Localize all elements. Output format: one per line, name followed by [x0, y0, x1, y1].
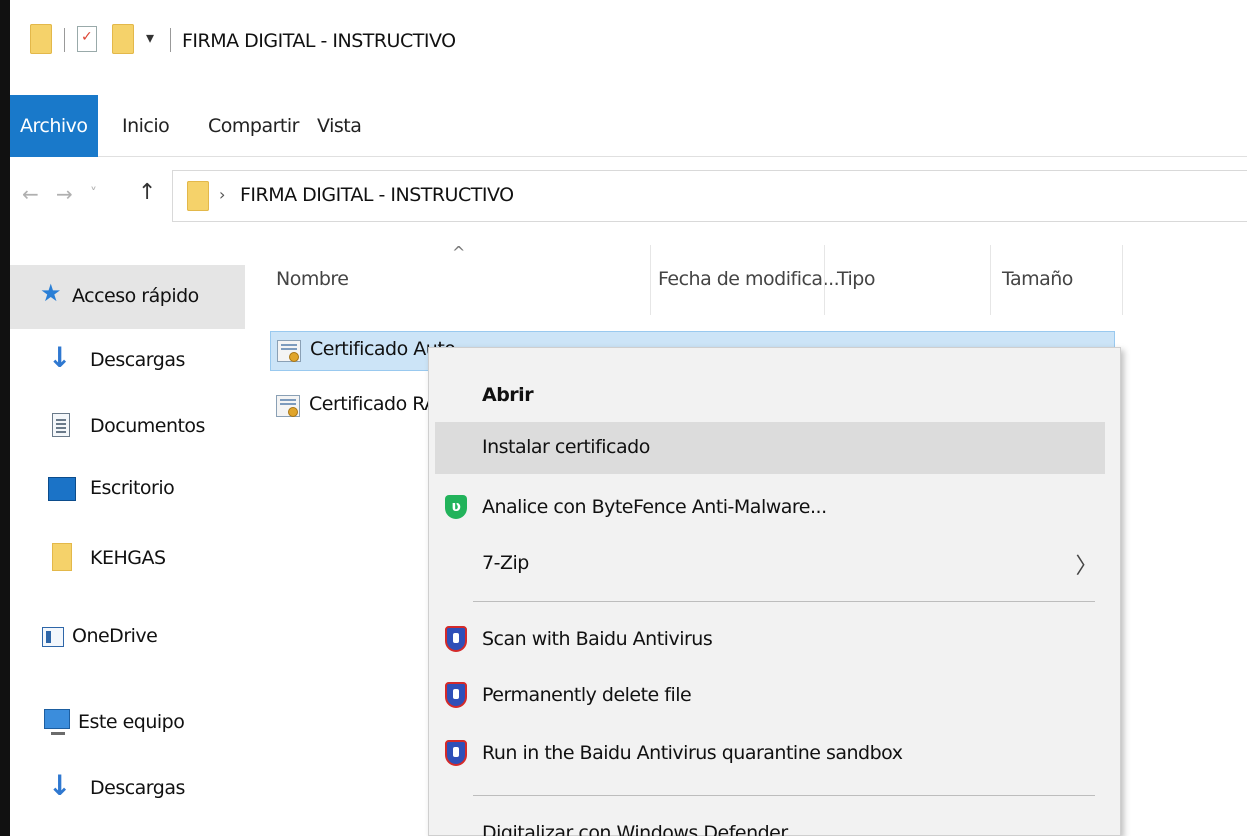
sidebar-item-label: Descargas [90, 777, 185, 799]
navigation-pane: ★ Acceso rápido ↓ Descargas Documentos E… [10, 265, 245, 836]
column-header-nombre[interactable]: Nombre [276, 268, 349, 290]
title-bar: ▾ FIRMA DIGITAL - INSTRUCTIVO [10, 0, 1247, 88]
bytefence-shield-icon: ʋ [445, 495, 467, 519]
menu-item-label: Digitalizar con Windows Defender [482, 822, 788, 836]
menu-item-label: Abrir [482, 384, 534, 406]
star-icon: ★ [40, 279, 62, 307]
sidebar-item-descargas[interactable]: ↓ Descargas [10, 329, 245, 393]
sidebar-item-documentos[interactable]: Documentos [10, 395, 245, 459]
menu-item-label: Instalar certificado [482, 436, 650, 458]
recent-locations-chevron-icon[interactable]: ˅ [90, 186, 97, 202]
properties-icon[interactable] [77, 26, 97, 52]
tab-compartir[interactable]: Compartir [198, 95, 309, 157]
column-header-tamano[interactable]: Tamaño [1002, 268, 1073, 290]
document-icon [52, 413, 70, 437]
tab-archivo[interactable]: Archivo [10, 95, 98, 157]
quick-access-dropdown-icon[interactable]: ▾ [146, 28, 154, 47]
sidebar-item-label: Este equipo [78, 711, 185, 733]
certificate-icon [277, 340, 301, 362]
breadcrumb[interactable]: FIRMA DIGITAL - INSTRUCTIVO [240, 184, 514, 206]
folder-icon [52, 543, 72, 571]
ribbon-tabs: Archivo Inicio Compartir Vista [10, 95, 1247, 157]
column-divider[interactable] [824, 245, 825, 315]
forward-arrow-icon[interactable]: → [56, 182, 73, 206]
sidebar-item-label: Acceso rápido [72, 285, 199, 307]
back-arrow-icon[interactable]: ← [22, 182, 39, 206]
menu-item-windows-defender[interactable]: Digitalizar con Windows Defender [435, 808, 1105, 836]
sidebar-item-label: Escritorio [90, 477, 175, 499]
column-headers: ^ Nombre Fecha de modifica... Tipo Tamañ… [270, 243, 1130, 315]
new-folder-icon[interactable] [112, 24, 134, 54]
window-title: FIRMA DIGITAL - INSTRUCTIVO [182, 30, 456, 52]
sidebar-item-label: OneDrive [72, 625, 158, 647]
menu-item-bytefence-scan[interactable]: ʋ Analice con ByteFence Anti-Malware... [435, 482, 1105, 534]
baidu-shield-icon [445, 626, 467, 652]
sidebar-item-kehgas[interactable]: KEHGAS [10, 527, 245, 591]
menu-item-instalar-certificado[interactable]: Instalar certificado [435, 422, 1105, 474]
tab-inicio[interactable]: Inicio [112, 95, 179, 157]
tab-vista[interactable]: Vista [307, 95, 371, 157]
sidebar-item-label: KEHGAS [90, 547, 166, 569]
column-divider[interactable] [990, 245, 991, 315]
certificate-icon [276, 395, 300, 417]
download-arrow-icon: ↓ [48, 769, 71, 802]
menu-separator [473, 601, 1095, 602]
menu-item-baidu-delete[interactable]: Permanently delete file [435, 670, 1105, 722]
title-separator [64, 28, 65, 52]
address-bar[interactable]: › FIRMA DIGITAL - INSTRUCTIVO [172, 170, 1247, 222]
sidebar-item-label: Documentos [90, 415, 205, 437]
download-arrow-icon: ↓ [48, 341, 71, 374]
baidu-shield-icon [445, 682, 467, 708]
menu-item-abrir[interactable]: Abrir [435, 370, 1105, 422]
baidu-shield-icon [445, 740, 467, 766]
folder-icon[interactable] [30, 24, 52, 54]
computer-icon [44, 709, 70, 735]
sidebar-item-este-equipo[interactable]: Este equipo [10, 691, 245, 755]
menu-item-label: Run in the Baidu Antivirus quarantine sa… [482, 742, 903, 764]
title-separator [170, 28, 171, 52]
column-header-fecha[interactable]: Fecha de modifica... [658, 268, 840, 290]
breadcrumb-chevron-icon[interactable]: › [219, 185, 225, 204]
submenu-arrow-icon: 〉 [1075, 554, 1097, 579]
column-divider[interactable] [1122, 245, 1123, 315]
menu-item-baidu-scan[interactable]: Scan with Baidu Antivirus [435, 614, 1105, 666]
file-explorer-window: ▾ FIRMA DIGITAL - INSTRUCTIVO Archivo In… [0, 0, 1247, 836]
column-divider[interactable] [650, 245, 651, 315]
sidebar-item-descargas[interactable]: ↓ Descargas [10, 757, 245, 821]
menu-item-7zip[interactable]: 7-Zip 〉 [435, 538, 1105, 590]
sidebar-item-escritorio[interactable]: Escritorio [10, 461, 245, 525]
up-arrow-icon[interactable]: ↑ [138, 180, 156, 205]
menu-item-label: Scan with Baidu Antivirus [482, 628, 713, 650]
context-menu: Abrir Instalar certificado ʋ Analice con… [428, 347, 1121, 836]
column-header-tipo[interactable]: Tipo [837, 268, 876, 290]
menu-item-label: 7-Zip [482, 552, 529, 574]
window-left-edge [0, 0, 10, 836]
menu-separator [473, 795, 1095, 796]
sidebar-item-label: Descargas [90, 349, 185, 371]
menu-item-label: Analice con ByteFence Anti-Malware... [482, 496, 827, 518]
menu-item-baidu-sandbox[interactable]: Run in the Baidu Antivirus quarantine sa… [435, 728, 1105, 780]
sort-ascending-icon[interactable]: ^ [452, 243, 465, 262]
desktop-icon [48, 477, 76, 501]
navigation-bar: ← → ˅ ↑ › FIRMA DIGITAL - INSTRUCTIVO [10, 170, 1247, 222]
onedrive-icon [42, 627, 64, 647]
sidebar-item-onedrive[interactable]: OneDrive [10, 605, 245, 669]
folder-icon [187, 181, 209, 211]
menu-item-label: Permanently delete file [482, 684, 692, 706]
sidebar-item-acceso-rapido[interactable]: ★ Acceso rápido [10, 265, 245, 329]
